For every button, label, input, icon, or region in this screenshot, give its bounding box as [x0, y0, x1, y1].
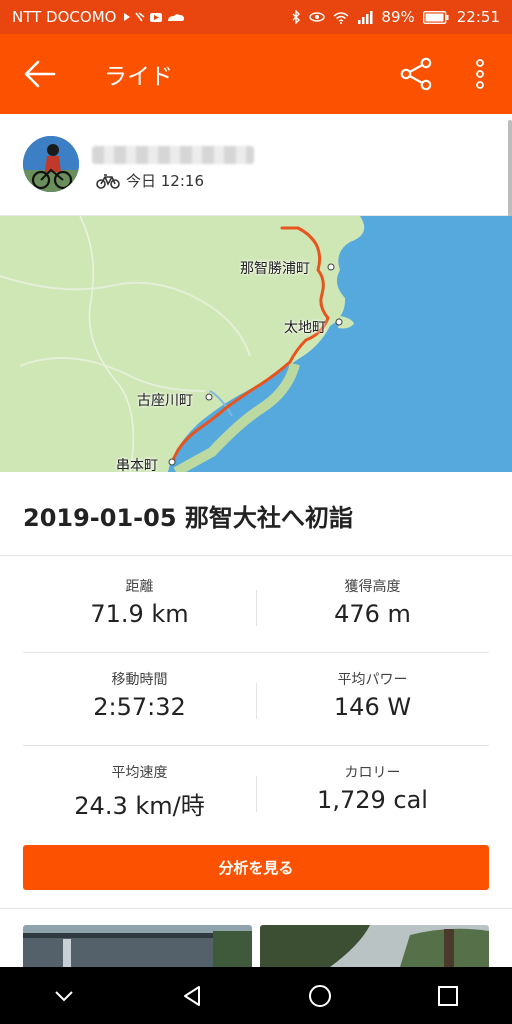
stat-label: 平均速度	[111, 765, 168, 781]
more-options-button[interactable]	[448, 34, 512, 114]
athlete-name-redacted[interactable]	[92, 146, 254, 164]
avatar-image	[23, 136, 79, 192]
stat-value: 71.9 km	[90, 600, 189, 628]
stat-label: カロリー	[344, 765, 401, 781]
stat-label: 獲得高度	[344, 579, 401, 595]
app-bar: ライド	[0, 34, 512, 114]
notification-icons	[124, 12, 185, 22]
stat-value: 2:57:32	[93, 693, 186, 721]
route-map[interactable]: 那智勝浦町 太地町 古座川町 串本町	[0, 216, 512, 472]
wifi-icon	[333, 11, 349, 24]
stat-label: 距離	[125, 579, 154, 595]
system-nav-bar	[0, 967, 512, 1024]
stat-row: 平均速度 24.3 km/時 カロリー 1,729 cal	[23, 746, 489, 839]
status-bar: NTT DOCOMO 89% 22:51	[0, 0, 512, 34]
clock: 22:51	[456, 8, 500, 26]
map-label-taiji: 太地町	[284, 320, 326, 336]
stat-elevation: 獲得高度 476 m	[256, 560, 489, 652]
stats-grid: 距離 71.9 km 獲得高度 476 m 移動時間 2:57:32 平均パワー…	[23, 560, 489, 839]
activity-time: 今日 12:16	[126, 172, 204, 190]
stat-calories: カロリー 1,729 cal	[256, 746, 489, 839]
back-triangle-icon	[184, 985, 200, 1006]
battery-icon	[422, 10, 449, 24]
bluetooth-icon	[292, 10, 301, 24]
stat-value: 146 W	[333, 693, 412, 721]
stat-row: 距離 71.9 km 獲得高度 476 m	[23, 560, 489, 653]
photo-strip	[23, 925, 489, 967]
home-circle-icon	[309, 984, 331, 1007]
home-nav-button[interactable]	[290, 967, 350, 1024]
chevron-down-icon	[55, 990, 73, 1001]
map-label-nachikatsuura: 那智勝浦町	[240, 261, 310, 277]
stat-value: 476 m	[334, 600, 411, 628]
page-title: ライド	[104, 64, 173, 90]
stat-avg-power: 平均パワー 146 W	[256, 653, 489, 745]
signal-icon	[358, 10, 373, 24]
stat-value: 24.3 km/時	[74, 792, 205, 820]
map-label-kozagawa: 古座川町	[137, 393, 193, 409]
activity-photo[interactable]	[23, 925, 252, 967]
stat-separator	[256, 776, 257, 812]
view-analysis-button[interactable]: 分析を見る	[23, 845, 489, 890]
hide-keyboard-button[interactable]	[34, 967, 94, 1024]
recents-square-icon	[438, 985, 458, 1006]
share-icon	[400, 57, 432, 91]
activity-meta: 今日 12:16	[96, 170, 204, 191]
stat-row: 移動時間 2:57:32 平均パワー 146 W	[23, 653, 489, 746]
back-button[interactable]	[0, 34, 80, 114]
activity-photo[interactable]	[260, 925, 489, 967]
carrier-label: NTT DOCOMO	[12, 8, 117, 26]
bicycle-icon	[96, 173, 120, 189]
battery-percent: 89%	[381, 8, 415, 26]
divider	[0, 555, 512, 556]
avatar[interactable]	[23, 136, 79, 192]
eye-icon	[309, 12, 326, 22]
recents-nav-button[interactable]	[418, 967, 478, 1024]
photo-image	[23, 925, 252, 967]
athlete-header: 今日 12:16	[0, 114, 512, 216]
arrow-left-icon	[24, 60, 56, 88]
stat-separator	[256, 683, 257, 719]
more-vertical-icon	[476, 59, 484, 89]
stat-moving-time: 移動時間 2:57:32	[23, 653, 256, 745]
activity-title: 2019-01-05 那智大社へ初詣	[23, 504, 353, 532]
stat-label: 平均パワー	[337, 672, 408, 688]
divider	[0, 908, 512, 909]
stat-separator	[256, 590, 257, 626]
map-label-kushimoto: 串本町	[116, 458, 158, 472]
back-nav-button[interactable]	[162, 967, 222, 1024]
map-canvas	[0, 216, 512, 472]
stat-avg-speed: 平均速度 24.3 km/時	[23, 746, 256, 839]
share-button[interactable]	[384, 34, 448, 114]
stat-label: 移動時間	[111, 672, 168, 688]
photo-image	[260, 925, 489, 967]
stat-value: 1,729 cal	[317, 786, 428, 814]
stat-distance: 距離 71.9 km	[23, 560, 256, 652]
